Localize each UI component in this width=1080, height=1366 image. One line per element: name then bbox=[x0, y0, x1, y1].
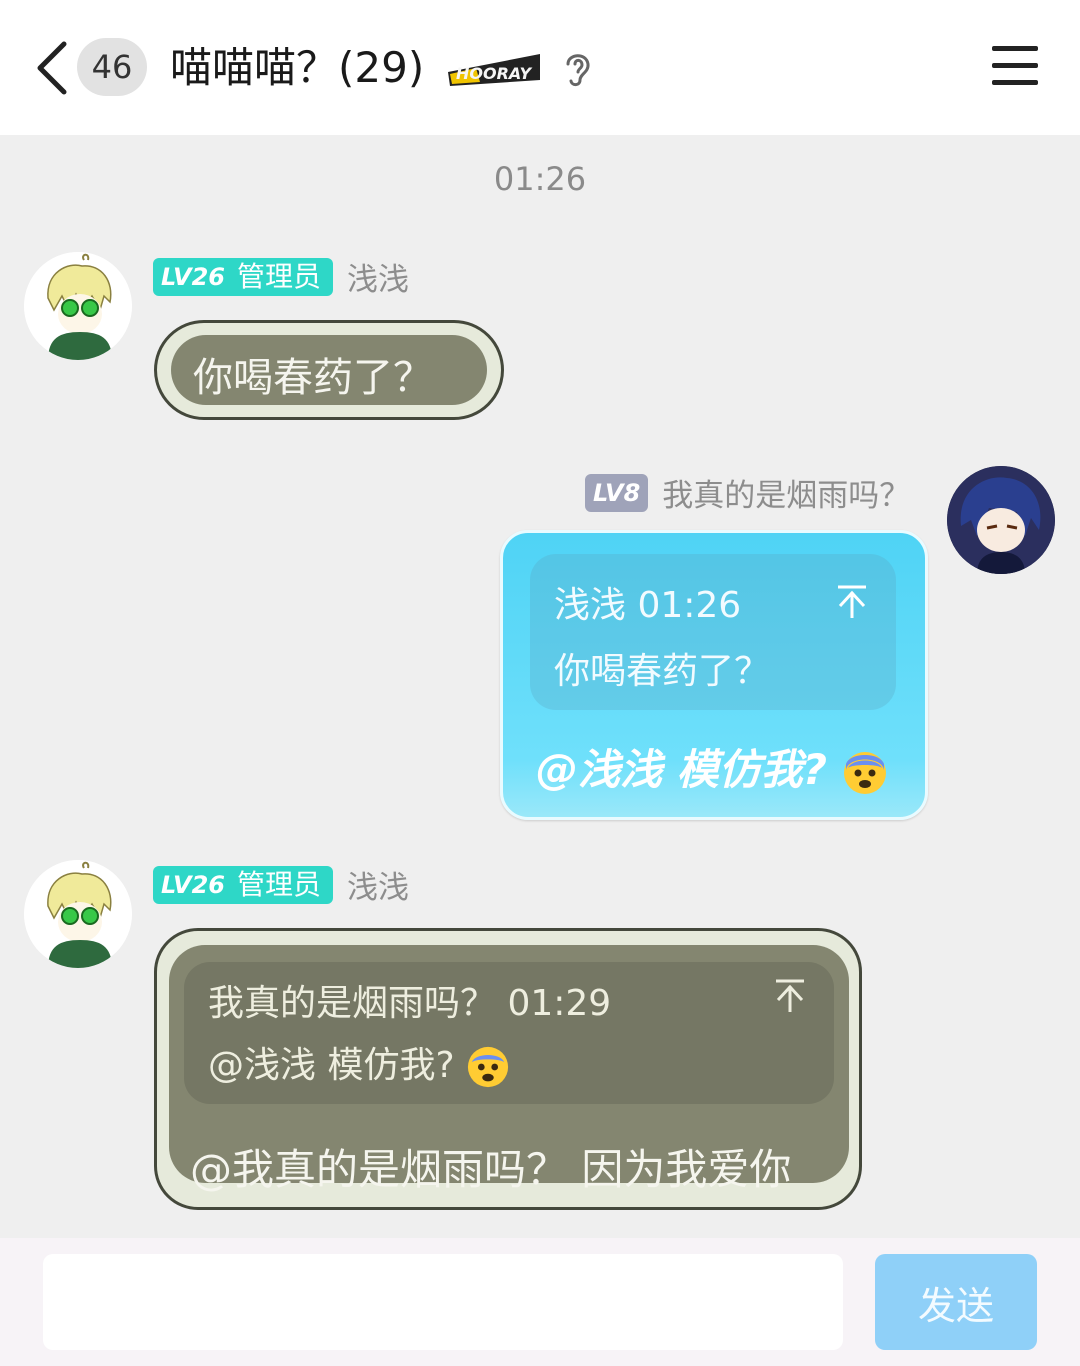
scroll-to-quote-icon[interactable] bbox=[774, 978, 806, 1014]
quoted-sender-and-time: 我真的是烟雨吗？ 01:29 bbox=[208, 983, 612, 1024]
sender-name[interactable]: 我真的是烟雨吗？ bbox=[662, 470, 910, 515]
admin-role-badge: 管理员 bbox=[232, 257, 333, 296]
quoted-message[interactable]: 浅浅 01:26 你喝春药了？ bbox=[530, 554, 896, 710]
message-timestamp: 01:26 bbox=[493, 160, 587, 198]
quoted-text: 你喝春药了？ bbox=[554, 651, 771, 692]
quoted-message[interactable]: 我真的是烟雨吗？ 01:29 @浅浅 模仿我? bbox=[184, 962, 834, 1104]
sender-name[interactable]: 浅浅 bbox=[347, 254, 409, 299]
message-bubble-1[interactable]: 你喝春药了？ bbox=[154, 320, 504, 420]
composer-bar: 发送 bbox=[0, 1238, 1080, 1366]
avatar-qianqian[interactable] bbox=[24, 860, 132, 968]
hooray-sticker-logo: HOORAY bbox=[448, 54, 540, 86]
svg-text:HOORAY: HOORAY bbox=[456, 64, 532, 83]
message-text: 你喝春药了？ bbox=[193, 355, 433, 401]
scroll-to-quote-icon[interactable] bbox=[836, 584, 868, 620]
quoted-sender-and-time: 浅浅 01:26 bbox=[554, 585, 742, 626]
sender-name[interactable]: 浅浅 bbox=[347, 862, 409, 907]
message-input[interactable] bbox=[43, 1254, 843, 1350]
avatar-yanyu[interactable] bbox=[947, 466, 1055, 574]
sender-info-3: LV26 管理员 浅浅 bbox=[153, 862, 409, 907]
admin-role-badge: 管理员 bbox=[232, 865, 333, 904]
level-badge: LV8 bbox=[585, 473, 649, 512]
ear-icon[interactable] bbox=[560, 48, 594, 88]
avatar-qianqian[interactable] bbox=[24, 252, 132, 360]
message-text: @浅浅 模仿我? bbox=[536, 736, 888, 797]
level-badge: LV26 bbox=[153, 257, 233, 296]
sender-info-1: LV26 管理员 浅浅 bbox=[153, 254, 409, 299]
quoted-text: @浅浅 模仿我? bbox=[208, 1036, 510, 1089]
send-button[interactable]: 发送 bbox=[875, 1254, 1037, 1350]
menu-icon[interactable] bbox=[992, 46, 1038, 88]
anxious-face-emoji bbox=[843, 751, 886, 794]
message-text: @我真的是烟雨吗？ 因为我爱你 bbox=[190, 1145, 792, 1194]
level-badge: LV26 bbox=[153, 865, 233, 904]
anxious-face-emoji bbox=[467, 1046, 509, 1088]
sender-info-2: LV8 我真的是烟雨吗？ bbox=[585, 470, 910, 515]
top-bar: 46 喵喵喵？(29) HOORAY bbox=[0, 0, 1080, 135]
back-arrow-icon[interactable] bbox=[30, 38, 74, 98]
chat-title: 喵喵喵？(29) bbox=[170, 43, 425, 92]
unread-count-badge[interactable]: 46 bbox=[77, 38, 147, 96]
